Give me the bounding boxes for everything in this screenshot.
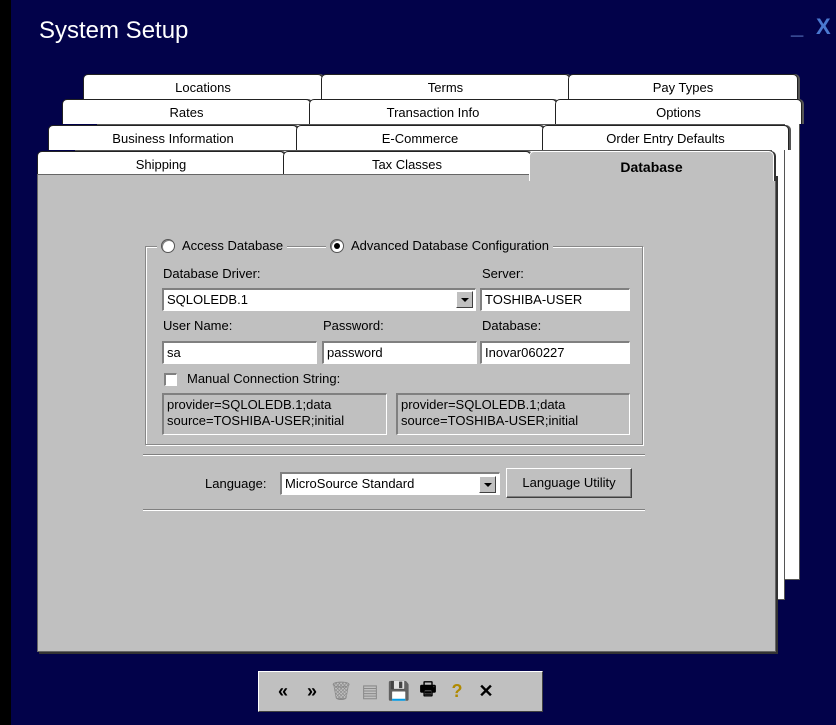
- tab-rates[interactable]: Rates: [62, 99, 311, 124]
- tab-label: Terms: [427, 80, 464, 95]
- tab-transaction-info[interactable]: Transaction Info: [309, 99, 557, 124]
- connection-string-right[interactable]: provider=SQLOLEDB.1;data source=TOSHIBA-…: [396, 393, 630, 435]
- tab-database[interactable]: Database: [529, 151, 774, 181]
- tab-order-entry-defaults[interactable]: Order Entry Defaults: [542, 125, 789, 150]
- advanced-config-label: Advanced Database Configuration: [351, 238, 550, 253]
- close-icon[interactable]: ✕: [474, 681, 498, 703]
- access-radio[interactable]: [161, 238, 175, 253]
- tab-e-commerce[interactable]: E-Commerce: [296, 125, 544, 150]
- access-database-label: Access Database: [182, 238, 284, 253]
- database-label: Database:: [482, 318, 542, 333]
- password-label: Password:: [323, 318, 384, 333]
- language-label: Language:: [205, 476, 267, 491]
- divider-bottom: [143, 509, 645, 511]
- tab-label: Order Entry Defaults: [606, 131, 725, 146]
- help-icon[interactable]: ?: [445, 681, 469, 703]
- tab-label: Locations: [175, 80, 231, 95]
- server-label: Server:: [482, 266, 524, 281]
- tab-pay-types[interactable]: Pay Types: [568, 74, 798, 99]
- tab-label: Options: [656, 105, 701, 120]
- tab-tax-classes[interactable]: Tax Classes: [283, 151, 531, 176]
- language-dropdown-button[interactable]: [479, 476, 496, 493]
- language-utility-button[interactable]: Language Utility: [506, 468, 632, 498]
- open-folder-icon[interactable]: ▤: [358, 681, 382, 703]
- tab-label: Pay Types: [652, 80, 714, 95]
- advanced-radio[interactable]: [330, 238, 344, 253]
- tab-options[interactable]: Options: [555, 99, 802, 124]
- driver-label: Database Driver:: [163, 266, 261, 281]
- save-icon[interactable]: 💾: [387, 681, 411, 703]
- tab-business-information[interactable]: Business Information: [48, 125, 298, 150]
- divider-top: [143, 454, 645, 456]
- tab-shipping[interactable]: Shipping: [37, 151, 285, 176]
- window-close-button[interactable]: X: [816, 14, 831, 40]
- tab-label: Database: [620, 159, 683, 175]
- server-input[interactable]: TOSHIBA-USER: [480, 288, 630, 311]
- language-select[interactable]: MicroSource Standard: [280, 472, 500, 495]
- tab-label: Transaction Info: [386, 105, 480, 120]
- next-record-icon[interactable]: »: [300, 681, 324, 703]
- delete-icon[interactable]: 🗑: [329, 681, 353, 703]
- connection-string-left[interactable]: provider=SQLOLEDB.1;data source=TOSHIBA-…: [162, 393, 387, 435]
- tab-label: Rates: [169, 105, 204, 120]
- navigation-toolbar: « » 🗑 ▤ 💾 🖶 ? ✕: [258, 671, 543, 712]
- database-driver-select[interactable]: SQLOLEDB.1: [162, 288, 476, 311]
- password-input[interactable]: password: [322, 341, 477, 364]
- print-icon[interactable]: 🖶: [416, 679, 440, 703]
- tab-label: Shipping: [135, 157, 187, 172]
- minimize-button[interactable]: _: [791, 16, 803, 38]
- manual-connection-label: Manual Connection String:: [187, 371, 341, 386]
- advanced-config-option[interactable]: Advanced Database Configuration: [326, 238, 554, 253]
- window-title: System Setup: [39, 17, 189, 44]
- tab-label: Tax Classes: [371, 157, 443, 172]
- tab-terms[interactable]: Terms: [321, 74, 570, 99]
- database-input[interactable]: Inovar060227: [480, 341, 630, 364]
- driver-dropdown-button[interactable]: [456, 291, 473, 308]
- username-input[interactable]: sa: [162, 341, 317, 364]
- tab-label: Business Information: [112, 131, 234, 146]
- username-label: User Name:: [163, 318, 233, 333]
- first-record-icon[interactable]: «: [271, 681, 295, 703]
- tab-locations[interactable]: Locations: [83, 74, 323, 99]
- manual-connection-checkbox[interactable]: [164, 373, 177, 386]
- access-database-option[interactable]: Access Database: [157, 238, 288, 253]
- tab-label: E-Commerce: [381, 131, 459, 146]
